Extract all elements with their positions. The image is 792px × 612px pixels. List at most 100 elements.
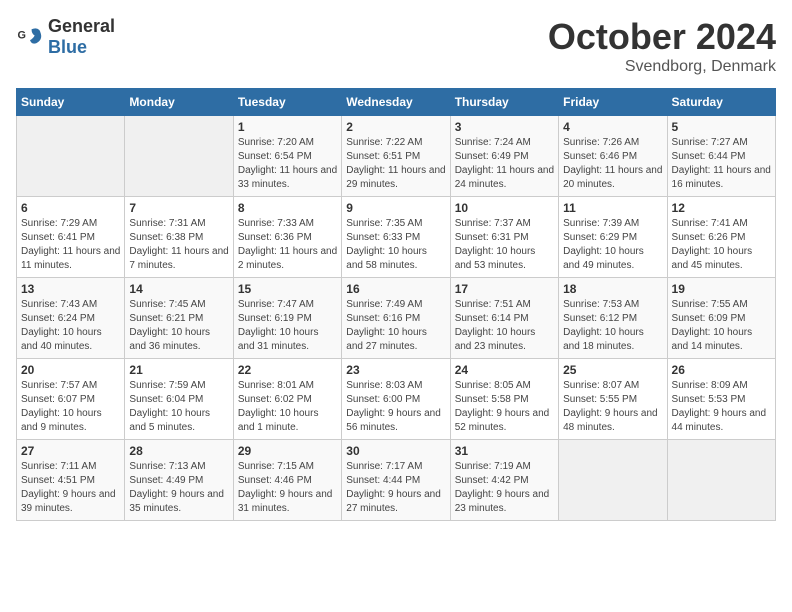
page-header: G General Blue October 2024 Svendborg, D… <box>16 16 776 76</box>
calendar-week-row: 20 Sunrise: 7:57 AM Sunset: 6:07 PM Dayl… <box>17 359 776 440</box>
day-number: 20 <box>21 363 120 377</box>
calendar-week-row: 1 Sunrise: 7:20 AM Sunset: 6:54 PM Dayli… <box>17 116 776 197</box>
logo-blue: Blue <box>48 37 87 57</box>
svg-text:G: G <box>18 30 26 42</box>
day-number: 5 <box>672 120 771 134</box>
day-number: 19 <box>672 282 771 296</box>
logo-general: General <box>48 16 115 36</box>
calendar-cell: 30 Sunrise: 7:17 AM Sunset: 4:44 PM Dayl… <box>342 440 450 521</box>
calendar-week-row: 13 Sunrise: 7:43 AM Sunset: 6:24 PM Dayl… <box>17 278 776 359</box>
day-info: Sunrise: 7:22 AM Sunset: 6:51 PM Dayligh… <box>346 136 445 192</box>
calendar-cell: 4 Sunrise: 7:26 AM Sunset: 6:46 PM Dayli… <box>559 116 667 197</box>
calendar-cell: 7 Sunrise: 7:31 AM Sunset: 6:38 PM Dayli… <box>125 197 233 278</box>
day-info: Sunrise: 7:29 AM Sunset: 6:41 PM Dayligh… <box>21 217 120 273</box>
calendar-cell: 28 Sunrise: 7:13 AM Sunset: 4:49 PM Dayl… <box>125 440 233 521</box>
logo: G General Blue <box>16 16 115 58</box>
day-info: Sunrise: 7:33 AM Sunset: 6:36 PM Dayligh… <box>238 217 337 273</box>
day-info: Sunrise: 7:13 AM Sunset: 4:49 PM Dayligh… <box>129 460 228 516</box>
day-info: Sunrise: 7:53 AM Sunset: 6:12 PM Dayligh… <box>563 298 662 354</box>
calendar-table: SundayMondayTuesdayWednesdayThursdayFrid… <box>16 88 776 521</box>
day-number: 25 <box>563 363 662 377</box>
calendar-week-row: 6 Sunrise: 7:29 AM Sunset: 6:41 PM Dayli… <box>17 197 776 278</box>
calendar-cell: 18 Sunrise: 7:53 AM Sunset: 6:12 PM Dayl… <box>559 278 667 359</box>
day-number: 2 <box>346 120 445 134</box>
weekday-header-friday: Friday <box>559 89 667 116</box>
day-number: 26 <box>672 363 771 377</box>
day-info: Sunrise: 8:09 AM Sunset: 5:53 PM Dayligh… <box>672 379 771 435</box>
day-info: Sunrise: 7:43 AM Sunset: 6:24 PM Dayligh… <box>21 298 120 354</box>
weekday-header-saturday: Saturday <box>667 89 775 116</box>
day-number: 24 <box>455 363 554 377</box>
weekday-header-tuesday: Tuesday <box>233 89 341 116</box>
day-number: 6 <box>21 201 120 215</box>
calendar-cell: 26 Sunrise: 8:09 AM Sunset: 5:53 PM Dayl… <box>667 359 775 440</box>
calendar-location: Svendborg, Denmark <box>548 58 776 76</box>
day-info: Sunrise: 8:01 AM Sunset: 6:02 PM Dayligh… <box>238 379 337 435</box>
day-number: 23 <box>346 363 445 377</box>
day-info: Sunrise: 7:31 AM Sunset: 6:38 PM Dayligh… <box>129 217 228 273</box>
day-number: 3 <box>455 120 554 134</box>
calendar-cell <box>559 440 667 521</box>
day-number: 30 <box>346 444 445 458</box>
day-number: 29 <box>238 444 337 458</box>
day-number: 9 <box>346 201 445 215</box>
day-info: Sunrise: 7:41 AM Sunset: 6:26 PM Dayligh… <box>672 217 771 273</box>
day-number: 15 <box>238 282 337 296</box>
weekday-header-row: SundayMondayTuesdayWednesdayThursdayFrid… <box>17 89 776 116</box>
calendar-cell: 17 Sunrise: 7:51 AM Sunset: 6:14 PM Dayl… <box>450 278 558 359</box>
day-info: Sunrise: 7:45 AM Sunset: 6:21 PM Dayligh… <box>129 298 228 354</box>
calendar-cell: 6 Sunrise: 7:29 AM Sunset: 6:41 PM Dayli… <box>17 197 125 278</box>
day-number: 31 <box>455 444 554 458</box>
calendar-cell: 23 Sunrise: 8:03 AM Sunset: 6:00 PM Dayl… <box>342 359 450 440</box>
day-number: 18 <box>563 282 662 296</box>
day-number: 11 <box>563 201 662 215</box>
weekday-header-thursday: Thursday <box>450 89 558 116</box>
calendar-cell: 3 Sunrise: 7:24 AM Sunset: 6:49 PM Dayli… <box>450 116 558 197</box>
day-info: Sunrise: 7:49 AM Sunset: 6:16 PM Dayligh… <box>346 298 445 354</box>
title-block: October 2024 Svendborg, Denmark <box>548 16 776 76</box>
calendar-cell: 25 Sunrise: 8:07 AM Sunset: 5:55 PM Dayl… <box>559 359 667 440</box>
calendar-cell: 15 Sunrise: 7:47 AM Sunset: 6:19 PM Dayl… <box>233 278 341 359</box>
calendar-title: October 2024 <box>548 16 776 58</box>
day-info: Sunrise: 7:24 AM Sunset: 6:49 PM Dayligh… <box>455 136 554 192</box>
day-info: Sunrise: 8:05 AM Sunset: 5:58 PM Dayligh… <box>455 379 554 435</box>
logo-text: General Blue <box>48 16 115 58</box>
day-info: Sunrise: 7:35 AM Sunset: 6:33 PM Dayligh… <box>346 217 445 273</box>
day-info: Sunrise: 7:57 AM Sunset: 6:07 PM Dayligh… <box>21 379 120 435</box>
calendar-cell: 1 Sunrise: 7:20 AM Sunset: 6:54 PM Dayli… <box>233 116 341 197</box>
day-info: Sunrise: 7:11 AM Sunset: 4:51 PM Dayligh… <box>21 460 120 516</box>
day-info: Sunrise: 7:55 AM Sunset: 6:09 PM Dayligh… <box>672 298 771 354</box>
weekday-header-wednesday: Wednesday <box>342 89 450 116</box>
day-info: Sunrise: 7:27 AM Sunset: 6:44 PM Dayligh… <box>672 136 771 192</box>
day-number: 12 <box>672 201 771 215</box>
day-number: 8 <box>238 201 337 215</box>
day-info: Sunrise: 8:07 AM Sunset: 5:55 PM Dayligh… <box>563 379 662 435</box>
calendar-cell: 24 Sunrise: 8:05 AM Sunset: 5:58 PM Dayl… <box>450 359 558 440</box>
day-info: Sunrise: 8:03 AM Sunset: 6:00 PM Dayligh… <box>346 379 445 435</box>
logo-icon: G <box>16 23 44 51</box>
calendar-cell: 12 Sunrise: 7:41 AM Sunset: 6:26 PM Dayl… <box>667 197 775 278</box>
calendar-week-row: 27 Sunrise: 7:11 AM Sunset: 4:51 PM Dayl… <box>17 440 776 521</box>
calendar-cell: 27 Sunrise: 7:11 AM Sunset: 4:51 PM Dayl… <box>17 440 125 521</box>
calendar-cell: 11 Sunrise: 7:39 AM Sunset: 6:29 PM Dayl… <box>559 197 667 278</box>
day-number: 13 <box>21 282 120 296</box>
day-number: 10 <box>455 201 554 215</box>
calendar-cell: 22 Sunrise: 8:01 AM Sunset: 6:02 PM Dayl… <box>233 359 341 440</box>
day-info: Sunrise: 7:51 AM Sunset: 6:14 PM Dayligh… <box>455 298 554 354</box>
day-info: Sunrise: 7:39 AM Sunset: 6:29 PM Dayligh… <box>563 217 662 273</box>
calendar-cell: 16 Sunrise: 7:49 AM Sunset: 6:16 PM Dayl… <box>342 278 450 359</box>
day-number: 27 <box>21 444 120 458</box>
day-number: 1 <box>238 120 337 134</box>
day-info: Sunrise: 7:59 AM Sunset: 6:04 PM Dayligh… <box>129 379 228 435</box>
day-info: Sunrise: 7:26 AM Sunset: 6:46 PM Dayligh… <box>563 136 662 192</box>
day-info: Sunrise: 7:17 AM Sunset: 4:44 PM Dayligh… <box>346 460 445 516</box>
day-number: 16 <box>346 282 445 296</box>
day-number: 14 <box>129 282 228 296</box>
calendar-cell: 31 Sunrise: 7:19 AM Sunset: 4:42 PM Dayl… <box>450 440 558 521</box>
weekday-header-sunday: Sunday <box>17 89 125 116</box>
calendar-cell: 2 Sunrise: 7:22 AM Sunset: 6:51 PM Dayli… <box>342 116 450 197</box>
calendar-cell: 10 Sunrise: 7:37 AM Sunset: 6:31 PM Dayl… <box>450 197 558 278</box>
day-info: Sunrise: 7:15 AM Sunset: 4:46 PM Dayligh… <box>238 460 337 516</box>
calendar-cell: 14 Sunrise: 7:45 AM Sunset: 6:21 PM Dayl… <box>125 278 233 359</box>
calendar-cell: 19 Sunrise: 7:55 AM Sunset: 6:09 PM Dayl… <box>667 278 775 359</box>
